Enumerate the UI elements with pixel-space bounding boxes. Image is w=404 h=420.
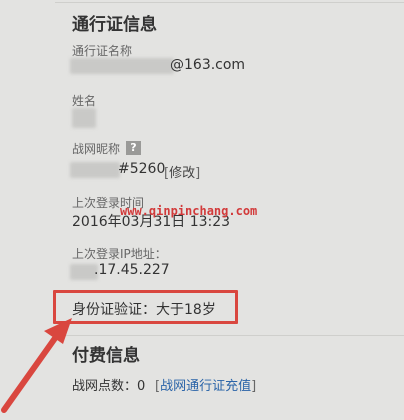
account-info-panel: 通行证信息 通行证名称 @163.com 姓名 战网昵称 ? #5260 [修改… — [0, 0, 404, 420]
red-arrow-icon — [1, 318, 72, 413]
